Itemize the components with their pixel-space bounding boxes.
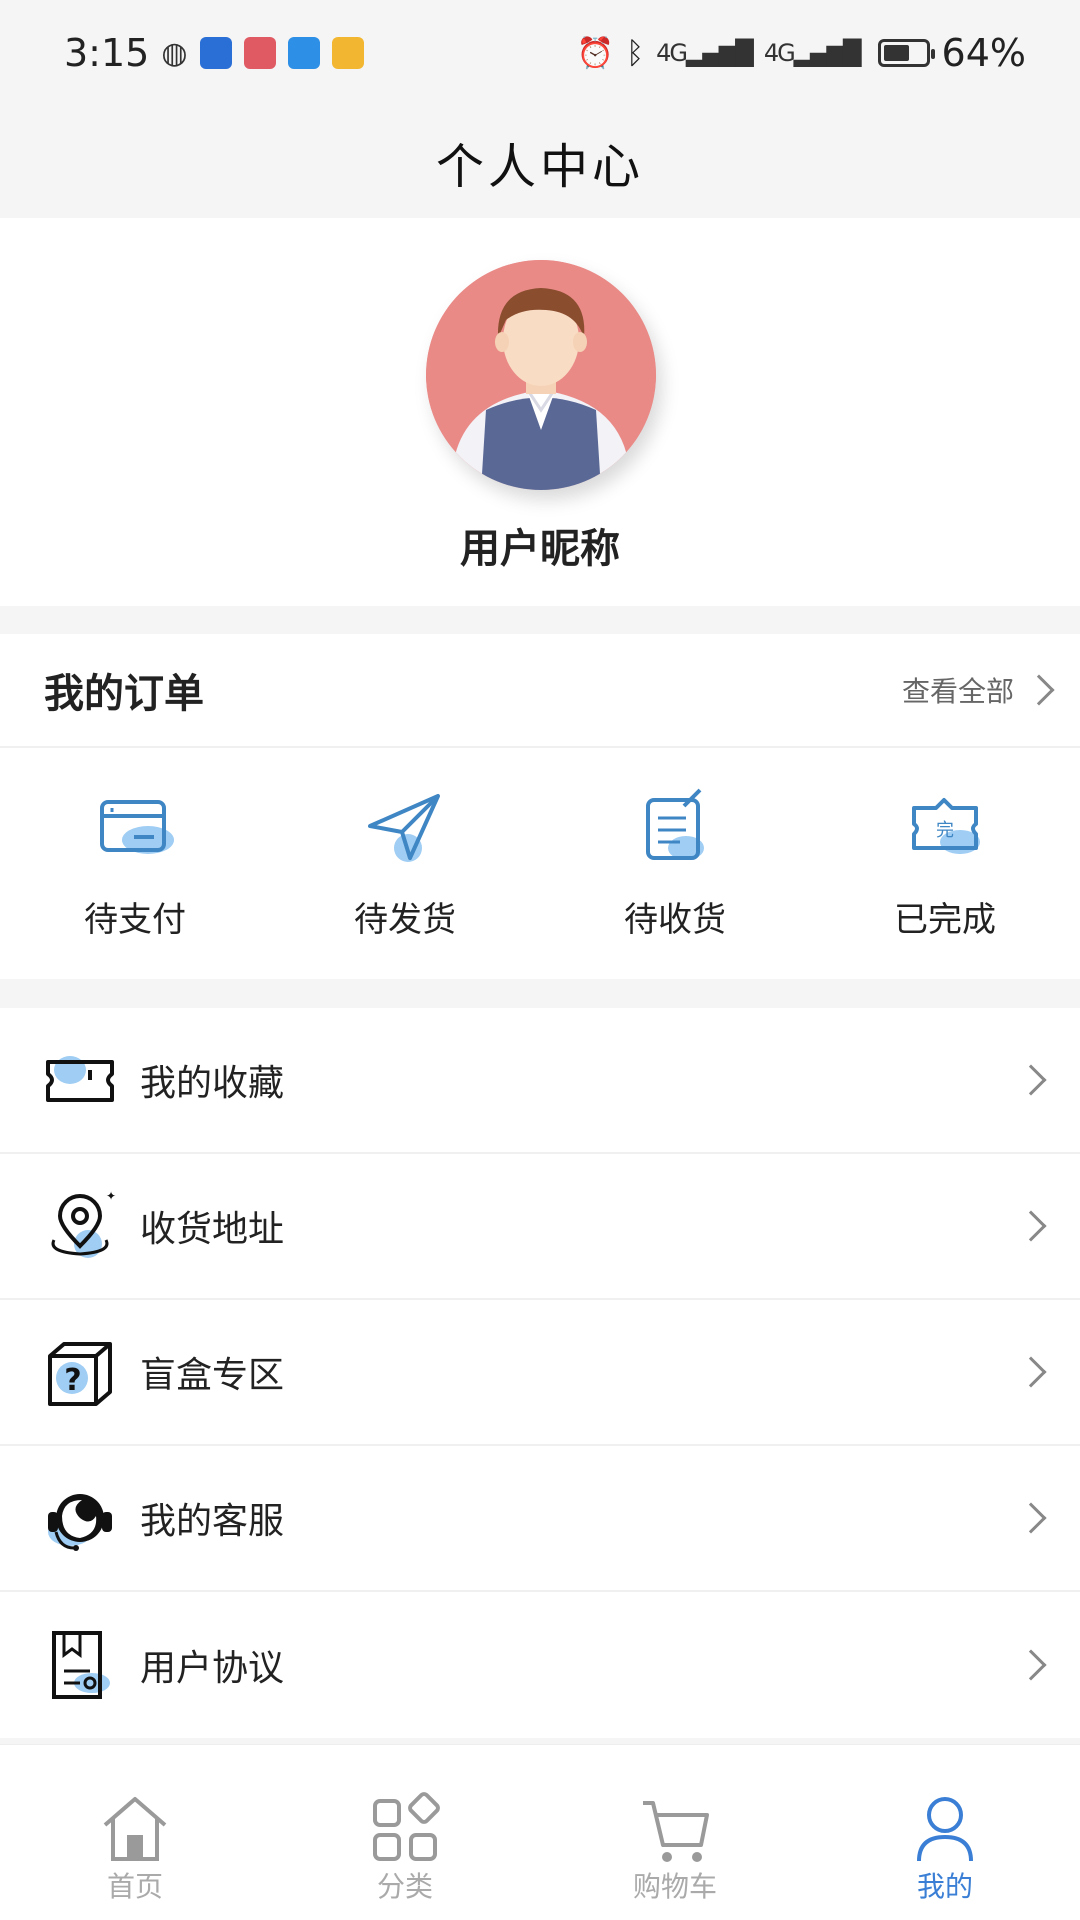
tab-profile-label: 我的 xyxy=(916,1870,973,1903)
status-right: ⏰ ᛒ 4G▂▄▆█ 4G▂▄▆█ 64% xyxy=(577,31,1026,75)
tab-cart[interactable]: 购物车 xyxy=(540,1745,810,1920)
orders-title: 我的订单 xyxy=(44,671,204,717)
mystery-box-icon: ? xyxy=(48,1342,112,1406)
view-all-orders-link[interactable]: 查看全部 xyxy=(901,670,1055,710)
app-blue-icon xyxy=(199,37,232,69)
tab-home-label: 首页 xyxy=(106,1870,163,1903)
order-pending-payment-label: 待支付 xyxy=(84,900,186,940)
chevron-right-icon xyxy=(1015,1649,1047,1681)
location-pin-icon: ✦ xyxy=(51,1189,116,1258)
card-icon xyxy=(100,800,174,854)
document-edit-icon xyxy=(646,788,704,860)
menu-item-favorites-label: 我的收藏 xyxy=(140,1063,285,1104)
signal-2-icon: 4G▂▄▆█ xyxy=(763,39,862,67)
menu-list: 我的收藏 ✦ 收货地址 ? 盲盒专区 我的客服 用户协议 xyxy=(0,1008,1080,1738)
paper-plane-icon xyxy=(368,794,440,862)
category-icon xyxy=(373,1792,440,1861)
svg-text:✦: ✦ xyxy=(106,1189,116,1203)
status-bar: 3:15 ◍ ⏰ ᛒ 4G▂▄▆█ 4G▂▄▆█ 64% xyxy=(0,0,1080,106)
battery-fill xyxy=(883,45,910,61)
tab-category[interactable]: 分类 xyxy=(270,1745,540,1920)
ticket-icon xyxy=(46,1056,114,1102)
bottom-tab-bar: 首页 分类 购物车 我的 xyxy=(0,1744,1080,1920)
order-pending-receipt-label: 待收货 xyxy=(624,900,726,940)
weather-icon xyxy=(287,37,320,69)
avatar[interactable] xyxy=(426,260,656,490)
headset-icon xyxy=(48,1494,112,1551)
signal-1-icon: 4G▂▄▆█ xyxy=(656,39,754,67)
battery-icon xyxy=(877,39,935,67)
order-completed[interactable]: 完 已完成 xyxy=(810,748,1080,979)
tab-category-label: 分类 xyxy=(376,1870,433,1903)
menu-item-mystery-box[interactable]: ? 盲盒专区 xyxy=(0,1300,1080,1446)
chevron-right-icon xyxy=(1015,1210,1047,1242)
cart-icon xyxy=(643,1801,709,1862)
orders-card: 我的订单 查看全部 待支付 待发货 待收货 完 已完成 xyxy=(0,634,1080,979)
profile-card: 用户昵称 xyxy=(0,218,1080,606)
tab-home[interactable]: 首页 xyxy=(0,1745,270,1920)
user-nickname[interactable]: 用户昵称 xyxy=(0,516,1080,574)
view-all-label: 查看全部 xyxy=(901,675,1014,708)
menu-item-address-label: 收货地址 xyxy=(140,1209,285,1250)
battery-percent: 64% xyxy=(941,31,1026,75)
order-pending-payment[interactable]: 待支付 xyxy=(0,748,270,979)
home-icon xyxy=(103,1797,167,1861)
app-red-icon xyxy=(243,37,276,69)
agreement-icon xyxy=(52,1631,110,1699)
menu-item-favorites[interactable]: 我的收藏 xyxy=(0,1008,1080,1154)
tab-cart-label: 购物车 xyxy=(632,1870,717,1903)
app-yellow-icon xyxy=(331,37,364,69)
menu-item-customer-service[interactable]: 我的客服 xyxy=(0,1446,1080,1592)
alarm-icon: ⏰ xyxy=(576,35,615,71)
chevron-right-icon xyxy=(1023,674,1055,706)
status-left: 3:15 ◍ xyxy=(64,31,364,75)
order-completed-label: 已完成 xyxy=(894,900,996,940)
chevron-right-icon xyxy=(1015,1064,1047,1096)
chevron-right-icon xyxy=(1015,1502,1047,1534)
order-pending-shipment[interactable]: 待发货 xyxy=(270,748,540,979)
status-time: 3:15 xyxy=(64,31,150,75)
order-pending-shipment-label: 待发货 xyxy=(354,900,456,940)
menu-item-user-agreement[interactable]: 用户协议 xyxy=(0,1592,1080,1738)
order-pending-receipt[interactable]: 待收货 xyxy=(540,748,810,979)
svg-text:完: 完 xyxy=(936,820,954,841)
menu-item-address[interactable]: ✦ 收货地址 xyxy=(0,1154,1080,1300)
menu-item-customer-service-label: 我的客服 xyxy=(140,1501,285,1542)
tab-profile[interactable]: 我的 xyxy=(810,1745,1080,1920)
page-title: 个人中心 xyxy=(0,106,1080,218)
wechat-icon: ◍ xyxy=(161,35,188,71)
orders-header: 我的订单 查看全部 xyxy=(0,634,1080,748)
bluetooth-icon: ᛒ xyxy=(626,35,645,71)
completed-ticket-icon: 完 xyxy=(912,798,980,854)
svg-text:?: ? xyxy=(64,1363,81,1398)
chevron-right-icon xyxy=(1015,1356,1047,1388)
avatar-illustration xyxy=(426,260,656,490)
user-icon xyxy=(917,1797,973,1862)
menu-item-user-agreement-label: 用户协议 xyxy=(140,1648,285,1689)
order-status-grid: 待支付 待发货 待收货 完 已完成 xyxy=(0,748,1080,979)
menu-item-mystery-box-label: 盲盒专区 xyxy=(140,1355,285,1396)
